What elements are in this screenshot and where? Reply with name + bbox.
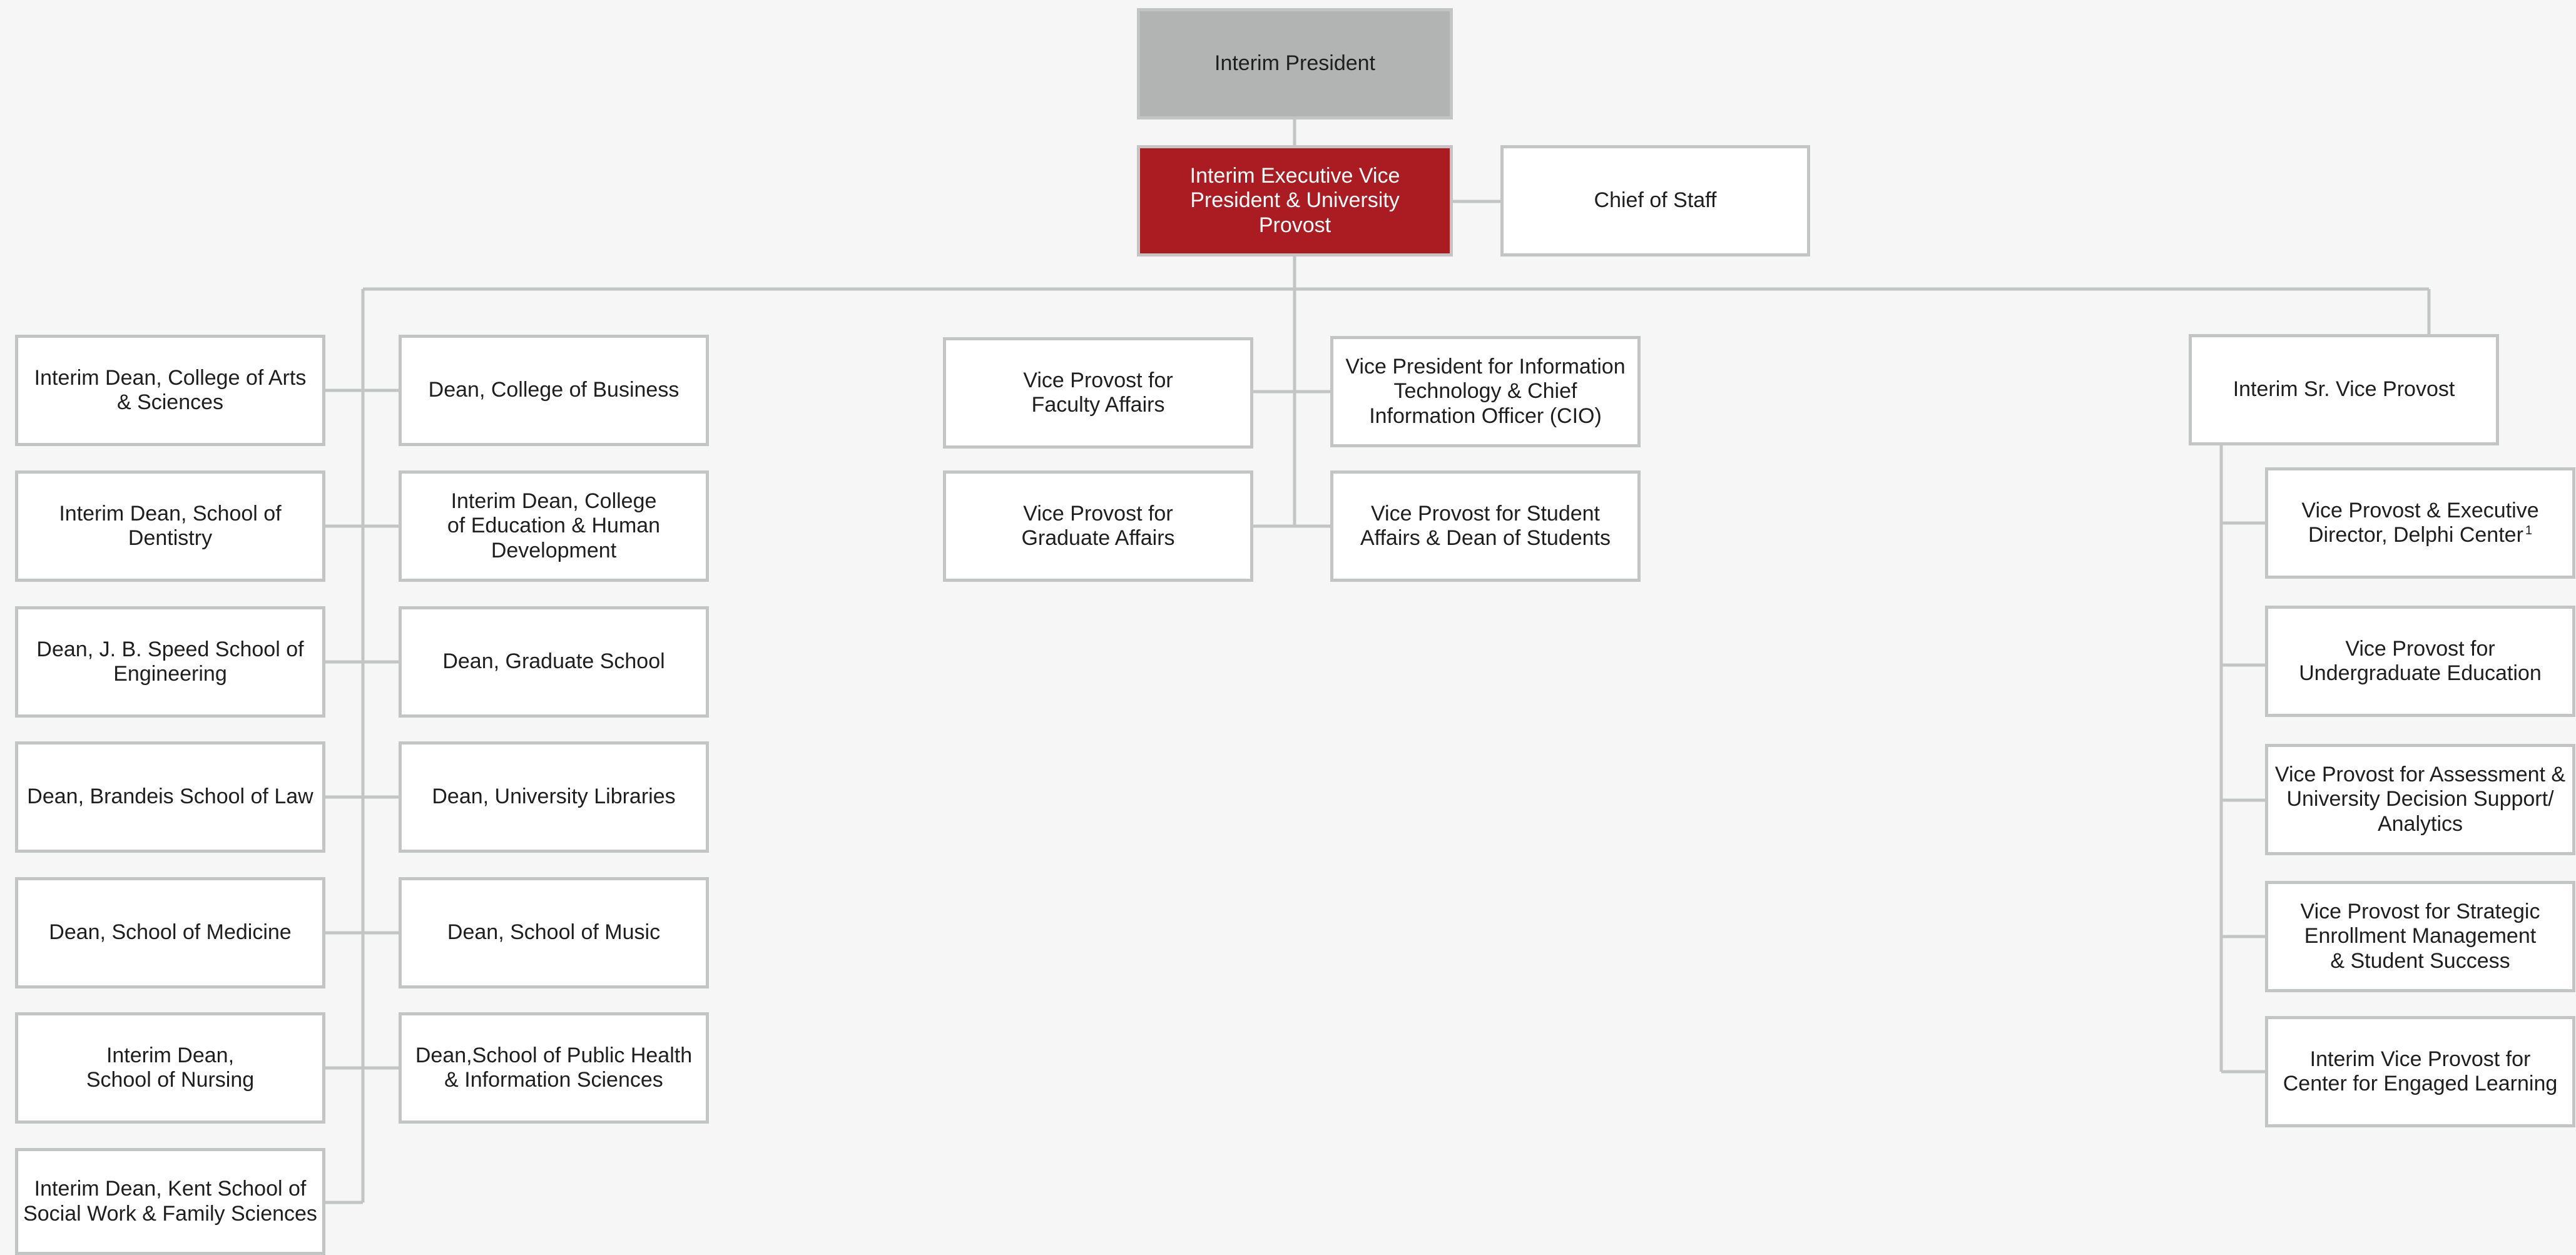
node-label: Interim Sr. Vice Provost <box>2232 377 2455 402</box>
node-dean-nursing: Interim Dean, School of Nursing <box>15 1012 325 1124</box>
node-dean-dentistry: Interim Dean, School of Dentistry <box>15 470 325 582</box>
node-label: Vice Provost for Assessment & University… <box>2274 762 2566 836</box>
node-label: Dean, University Libraries <box>432 785 676 809</box>
node-label: Interim Dean, College of Education & Hum… <box>447 489 661 562</box>
node-vp-information-technology: Vice President for Information Technolog… <box>1330 336 1641 447</box>
node-label: Vice Provost for Undergraduate Education <box>2299 636 2542 685</box>
node-label: Interim Vice Provost for Center for Enga… <box>2283 1047 2558 1095</box>
node-label: Dean,School of Public Health & Informati… <box>415 1043 693 1092</box>
node-label: Dean, Graduate School <box>442 649 665 674</box>
node-label: Interim Dean, College of Arts & Sciences <box>34 365 307 414</box>
org-chart: Interim President Interim Executive Vice… <box>0 0 2576 1255</box>
node-label: Vice Provost & Executive Director, Delph… <box>2301 499 2538 548</box>
node-vp-graduate-affairs: Vice Provost for Graduate Affairs <box>943 470 1253 582</box>
node-label: Vice Provost for Faculty Affairs <box>1023 368 1173 417</box>
node-label: Chief of Staff <box>1594 188 1717 213</box>
node-label: Dean, School of Medicine <box>49 920 292 945</box>
node-label: Interim Executive Vice President & Unive… <box>1189 163 1400 237</box>
node-chief-of-staff: Chief of Staff <box>1500 145 1810 257</box>
node-label-text: Vice Provost & Executive Director, Delph… <box>2301 498 2539 547</box>
node-label: Interim Dean, School of Dentistry <box>59 501 282 550</box>
node-dean-arts-sciences: Interim Dean, College of Arts & Sciences <box>15 335 325 446</box>
node-dean-public-health: Dean,School of Public Health & Informati… <box>399 1012 709 1124</box>
node-label: Interim President <box>1214 51 1375 76</box>
node-vp-undergraduate-education: Vice Provost for Undergraduate Education <box>2265 606 2575 717</box>
node-label: Dean, College of Business <box>428 378 680 402</box>
node-interim-sr-vice-provost: Interim Sr. Vice Provost <box>2189 334 2499 445</box>
node-label: Interim Dean, Kent School of Social Work… <box>23 1177 317 1226</box>
node-label: Dean, School of Music <box>447 920 661 945</box>
node-dean-education: Interim Dean, College of Education & Hum… <box>399 470 709 582</box>
node-label: Vice President for Information Technolog… <box>1345 354 1626 428</box>
node-dean-libraries: Dean, University Libraries <box>399 741 709 853</box>
node-dean-law: Dean, Brandeis School of Law <box>15 741 325 853</box>
node-label: Vice Provost for Strategic Enrollment Ma… <box>2300 899 2540 973</box>
node-dean-business: Dean, College of Business <box>399 335 709 446</box>
node-provost: Interim Executive Vice President & Unive… <box>1137 145 1453 257</box>
node-label: Dean, J. B. Speed School of Engineering <box>36 637 304 686</box>
node-vp-engaged-learning: Interim Vice Provost for Center for Enga… <box>2265 1016 2575 1127</box>
node-vp-faculty-affairs: Vice Provost for Faculty Affairs <box>943 337 1253 449</box>
node-dean-medicine: Dean, School of Medicine <box>15 877 325 988</box>
node-vp-student-affairs: Vice Provost for Student Affairs & Dean … <box>1330 470 1641 582</box>
node-vp-delphi-center: Vice Provost & Executive Director, Delph… <box>2265 467 2575 579</box>
node-dean-graduate-school: Dean, Graduate School <box>399 606 709 718</box>
footnote-marker: 1 <box>2525 523 2533 537</box>
node-label: Vice Provost for Graduate Affairs <box>1021 501 1175 550</box>
node-vp-assessment-analytics: Vice Provost for Assessment & University… <box>2265 744 2575 855</box>
node-label: Vice Provost for Student Affairs & Dean … <box>1360 501 1611 550</box>
node-label: Dean, Brandeis School of Law <box>27 785 313 809</box>
node-dean-social-work: Interim Dean, Kent School of Social Work… <box>15 1148 325 1255</box>
node-label: Interim Dean, School of Nursing <box>86 1043 255 1092</box>
node-dean-music: Dean, School of Music <box>399 877 709 988</box>
node-vp-enrollment-management: Vice Provost for Strategic Enrollment Ma… <box>2265 881 2575 992</box>
node-interim-president: Interim President <box>1137 8 1453 119</box>
node-dean-engineering: Dean, J. B. Speed School of Engineering <box>15 606 325 718</box>
